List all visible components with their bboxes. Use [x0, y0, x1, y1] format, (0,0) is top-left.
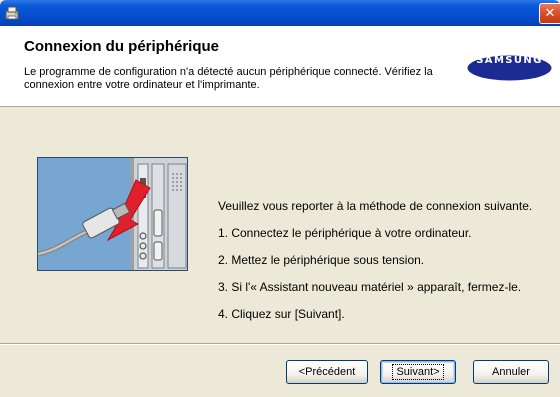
installer-window: ✕ Connexion du périphérique Le programme… — [0, 0, 560, 397]
close-icon: ✕ — [544, 6, 556, 21]
title-bar[interactable]: ✕ — [0, 0, 560, 26]
instruction-step-2: 2. Mettez le périphérique sous tension. — [218, 253, 425, 267]
footer-separator — [0, 343, 560, 345]
header-panel: Connexion du périphérique Le programme d… — [0, 26, 560, 107]
cancel-button[interactable]: Annuler — [473, 360, 549, 384]
previous-button[interactable]: <Précédent — [286, 360, 368, 384]
usb-cable-connection-image — [37, 157, 188, 271]
installer-icon — [5, 6, 19, 20]
next-button[interactable]: Suivant> — [380, 360, 456, 384]
page-title: Connexion du périphérique — [24, 38, 220, 55]
page-subtitle: Le programme de configuration n'a détect… — [24, 66, 433, 91]
next-button-label: Suivant> — [392, 364, 444, 380]
instruction-step-3: 3. Si l'« Assistant nouveau matériel » a… — [218, 280, 522, 294]
samsung-logo: SAMSUNG — [467, 55, 552, 81]
instructions-intro: Veuillez vous reporter à la méthode de c… — [218, 199, 533, 213]
close-button[interactable]: ✕ — [539, 3, 560, 24]
instruction-step-1: 1. Connectez le périphérique à votre ord… — [218, 226, 472, 240]
instruction-step-4: 4. Cliquez sur [Suivant]. — [218, 307, 345, 321]
logo-text: SAMSUNG — [476, 55, 543, 66]
